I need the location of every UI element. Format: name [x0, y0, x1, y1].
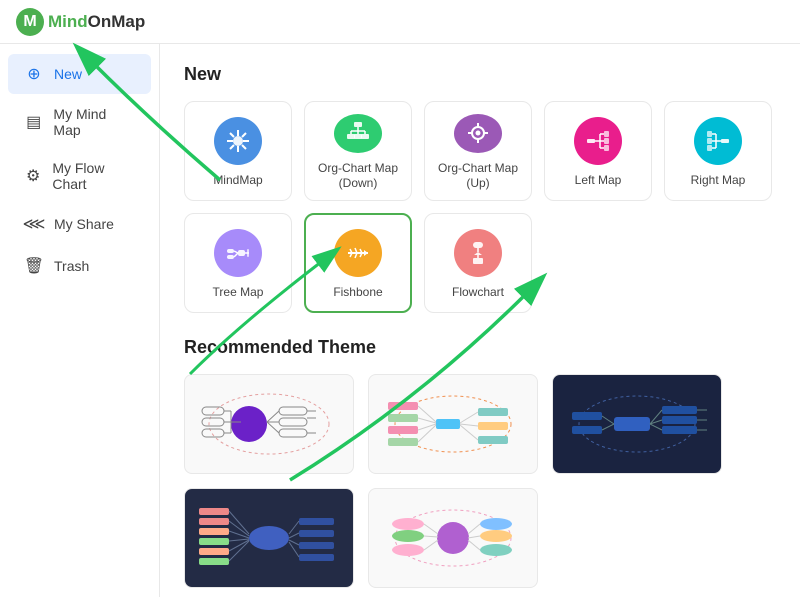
org-chart-down-label: Org-Chart Map(Down) [318, 161, 398, 192]
right-map-icon [694, 117, 742, 165]
logo-icon: M [16, 8, 44, 36]
logo-text: MindOnMap [48, 12, 145, 32]
mind-map-icon: ▤ [24, 112, 43, 132]
theme-card-5[interactable] [368, 488, 538, 588]
new-icon: ⊕ [24, 64, 44, 84]
theme-card-4[interactable] [184, 488, 354, 588]
logo: M MindOnMap [16, 8, 145, 36]
sidebar-item-my-share-label: My Share [54, 216, 114, 232]
left-map-label: Left Map [575, 173, 622, 189]
map-card-fishbone[interactable]: Fishbone [304, 213, 412, 313]
right-map-label: Right Map [691, 173, 746, 189]
map-type-grid: MindMap Org-C [184, 101, 776, 313]
theme-card-1[interactable] [184, 374, 354, 474]
sidebar-item-new[interactable]: ⊕ New [8, 54, 151, 94]
recommended-section-title: Recommended Theme [184, 337, 776, 358]
flowchart-icon [454, 229, 502, 277]
sidebar-item-my-flow-chart[interactable]: ⚙ My Flow Chart [8, 150, 151, 202]
map-card-org-chart-down[interactable]: Org-Chart Map(Down) [304, 101, 412, 201]
sidebar-item-my-mind-map-label: My Mind Map [53, 106, 135, 138]
new-section-title: New [184, 64, 776, 85]
org-chart-up-label: Org-Chart Map (Up) [433, 161, 523, 192]
theme-card-3[interactable] [552, 374, 722, 474]
map-card-flowchart[interactable]: Flowchart [424, 213, 532, 313]
theme-grid [184, 374, 776, 588]
map-card-left-map[interactable]: Left Map [544, 101, 652, 201]
theme-card-2[interactable] [368, 374, 538, 474]
mindmap-label: MindMap [213, 173, 262, 189]
flow-chart-icon: ⚙ [24, 166, 42, 186]
sidebar-item-trash[interactable]: 🗑 Trash [8, 246, 151, 286]
map-card-mindmap[interactable]: MindMap [184, 101, 292, 201]
org-chart-down-icon [334, 114, 382, 153]
header: M MindOnMap [0, 0, 800, 44]
map-card-org-chart-up[interactable]: Org-Chart Map (Up) [424, 101, 532, 201]
map-card-tree-map[interactable]: Tree Map [184, 213, 292, 313]
fishbone-label: Fishbone [333, 285, 382, 301]
org-chart-up-icon [454, 114, 502, 153]
fishbone-icon [334, 229, 382, 277]
trash-icon: 🗑 [24, 256, 44, 276]
map-card-right-map[interactable]: Right Map [664, 101, 772, 201]
sidebar-item-new-label: New [54, 66, 82, 82]
sidebar-item-my-flow-chart-label: My Flow Chart [52, 160, 135, 192]
sidebar-item-my-share[interactable]: ⋘ My Share [8, 204, 151, 244]
mindmap-icon [214, 117, 262, 165]
left-map-icon [574, 117, 622, 165]
tree-map-label: Tree Map [213, 285, 264, 301]
sidebar: ⊕ New ▤ My Mind Map ⚙ My Flow Chart ⋘ My… [0, 44, 160, 597]
share-icon: ⋘ [24, 214, 44, 234]
tree-map-icon [214, 229, 262, 277]
flowchart-label: Flowchart [452, 285, 504, 301]
sidebar-item-trash-label: Trash [54, 258, 89, 274]
app-layout: ⊕ New ▤ My Mind Map ⚙ My Flow Chart ⋘ My… [0, 44, 800, 597]
main-content: New MindMap [160, 44, 800, 597]
sidebar-item-my-mind-map[interactable]: ▤ My Mind Map [8, 96, 151, 148]
